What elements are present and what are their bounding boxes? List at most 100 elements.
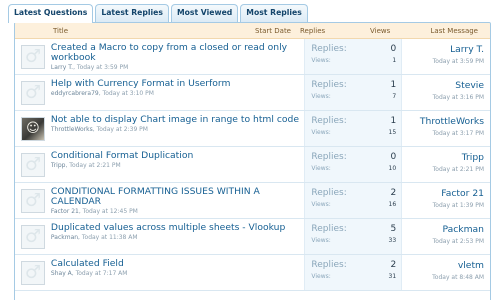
thread-title-link[interactable]: Conditional Format Duplication	[51, 151, 304, 161]
header-views[interactable]: Views	[343, 27, 401, 35]
views-label: Views:	[311, 273, 331, 280]
last-message: ThrottleWorks Today at 3:17 PM	[402, 111, 490, 146]
thread-author[interactable]: Packman	[51, 234, 78, 241]
thread-date: Today at 11:38 AM	[81, 234, 138, 241]
thread-title-link[interactable]: Duplicated values across multiple sheets…	[51, 223, 304, 233]
table-row: ♂ Help with Currency Format in Userform …	[15, 75, 490, 111]
thread-date: Today at 2:21 PM	[69, 162, 121, 169]
replies-label: Replies:	[311, 116, 347, 126]
thread-stats: Replies: 0 Views: 10	[304, 147, 403, 182]
replies-label: Replies:	[311, 44, 347, 54]
thread-stats: Replies: 2 Views: 31	[304, 255, 403, 290]
table-row: ♂ Calculated Field Shay A, Today at 7:17…	[15, 255, 490, 291]
last-message-date[interactable]: Today at 2:21 PM	[402, 166, 484, 173]
table-row: ♂ Duplicated values across multiple shee…	[15, 219, 490, 255]
thread-stats: Replies: 2 Views: 16	[304, 183, 403, 218]
thread-meta: Packman, Today at 11:38 AM	[50, 234, 138, 241]
thread-meta: Larry T., Today at 3:59 PM	[50, 64, 129, 71]
thread-meta: Tripp, Today at 2:21 PM	[50, 162, 121, 169]
views-label: Views:	[311, 129, 331, 136]
last-message-user[interactable]: ThrottleWorks	[402, 116, 484, 127]
views-count: 10	[388, 165, 397, 172]
thread-author[interactable]: ThrottleWorks	[51, 126, 93, 133]
thread-stats: Replies: 1 Views: 15	[304, 111, 403, 146]
thread-date: Today at 3:59 PM	[76, 64, 129, 71]
replies-label: Replies:	[311, 152, 347, 162]
replies-count: 0	[390, 152, 397, 162]
last-message-user[interactable]: Packman	[402, 224, 484, 235]
user-photo-icon[interactable]: ☺	[20, 116, 45, 141]
last-message-user[interactable]: Tripp	[402, 152, 484, 163]
thread-meta: Factor 21, Today at 12:45 PM	[50, 208, 138, 215]
table-row: ♂ CONDITIONAL FORMATTING ISSUES WITHIN A…	[15, 183, 490, 219]
last-message-user[interactable]: Larry T.	[402, 44, 484, 55]
replies-label: Replies:	[311, 188, 347, 198]
male-symbol-icon[interactable]: ♂	[20, 80, 45, 105]
replies-label: Replies:	[311, 260, 347, 270]
table-row: ♂ Conditional Format Duplication Tripp, …	[15, 147, 490, 183]
header-replies[interactable]: Replies	[291, 27, 343, 35]
thread-author[interactable]: Tripp	[51, 162, 66, 169]
thread-title-link[interactable]: Calculated Field	[51, 259, 304, 269]
last-message-date[interactable]: Today at 3:17 PM	[402, 130, 484, 137]
male-symbol-icon[interactable]: ♂	[20, 224, 45, 249]
replies-count: 1	[390, 116, 397, 126]
last-message: vletm Today at 8:48 AM	[402, 255, 490, 290]
thread-meta: Shay A, Today at 7:17 AM	[50, 270, 128, 277]
thread-meta: ThrottleWorks, Today at 2:39 PM	[50, 126, 148, 133]
header-title[interactable]: Title	[15, 27, 205, 35]
thread-stats: Replies: 5 Views: 33	[304, 219, 403, 254]
header-start-date[interactable]: Start Date	[205, 27, 291, 35]
male-symbol-icon[interactable]: ♂	[20, 260, 45, 285]
thread-meta: eddyrcabrera79, Today at 3:10 PM	[50, 90, 154, 97]
thread-title-link[interactable]: Created a Macro to copy from a closed or…	[51, 43, 304, 63]
thread-stats: Replies: 0 Views: 1	[304, 39, 403, 74]
last-message-date[interactable]: Today at 2:53 PM	[402, 238, 484, 245]
thread-title-link[interactable]: Not able to display Chart image in range…	[51, 115, 304, 125]
thread-author[interactable]: eddyrcabrera79	[51, 90, 99, 97]
questions-panel: Title Start Date Replies Views Last Mess…	[14, 22, 491, 300]
last-message: Factor 21 Today at 1:39 PM	[402, 183, 490, 218]
views-count: 1	[392, 57, 397, 64]
last-message-date[interactable]: Today at 3:16 PM	[402, 94, 484, 101]
replies-label: Replies:	[311, 224, 347, 234]
tab-most-viewed[interactable]: Most Viewed	[170, 4, 239, 22]
thread-date: Today at 7:17 AM	[75, 270, 128, 277]
views-count: 31	[388, 273, 397, 280]
thread-author[interactable]: Shay A	[51, 270, 72, 277]
thread-author[interactable]: Factor 21	[51, 208, 79, 215]
last-message: Tripp Today at 2:21 PM	[402, 147, 490, 182]
last-message-user[interactable]: Factor 21	[402, 188, 484, 199]
thread-title-link[interactable]: Help with Currency Format in Userform	[51, 79, 304, 89]
tab-latest-replies[interactable]: Latest Replies	[95, 4, 169, 22]
views-count: 16	[388, 201, 397, 208]
tab-bar: Latest Questions Latest Replies Most Vie…	[8, 4, 500, 23]
thread-stats: Replies: 1 Views: 7	[304, 75, 403, 110]
header-last-message[interactable]: Last Message	[401, 27, 483, 35]
last-message: Stevie Today at 3:16 PM	[402, 75, 490, 110]
table-header: Title Start Date Replies Views Last Mess…	[15, 23, 490, 39]
male-symbol-icon[interactable]: ♂	[20, 188, 45, 213]
views-label: Views:	[311, 93, 331, 100]
views-label: Views:	[311, 201, 331, 208]
last-message-user[interactable]: Stevie	[402, 80, 484, 91]
last-message-date[interactable]: Today at 3:59 PM	[402, 58, 484, 65]
views-label: Views:	[311, 237, 331, 244]
replies-count: 5	[390, 224, 397, 234]
tab-most-replies[interactable]: Most Replies	[240, 4, 308, 22]
replies-count: 1	[390, 80, 397, 90]
thread-date: Today at 2:39 PM	[96, 126, 148, 133]
thread-author[interactable]: Larry T.	[51, 64, 73, 71]
last-message-date[interactable]: Today at 8:48 AM	[402, 274, 484, 281]
tab-latest-questions[interactable]: Latest Questions	[8, 4, 94, 23]
male-symbol-icon[interactable]: ♂	[20, 152, 45, 177]
male-symbol-icon[interactable]: ♂	[20, 44, 45, 69]
views-count: 7	[392, 93, 397, 100]
thread-title-link[interactable]: CONDITIONAL FORMATTING ISSUES WITHIN A C…	[51, 187, 304, 207]
last-message-user[interactable]: vletm	[402, 260, 484, 271]
replies-count: 2	[390, 260, 397, 270]
table-row: ♂ Created a Macro to copy from a closed …	[15, 39, 490, 75]
replies-count: 0	[390, 44, 397, 54]
last-message-date[interactable]: Today at 1:39 PM	[402, 202, 484, 209]
questions-widget: Latest Questions Latest Replies Most Vie…	[0, 0, 500, 300]
